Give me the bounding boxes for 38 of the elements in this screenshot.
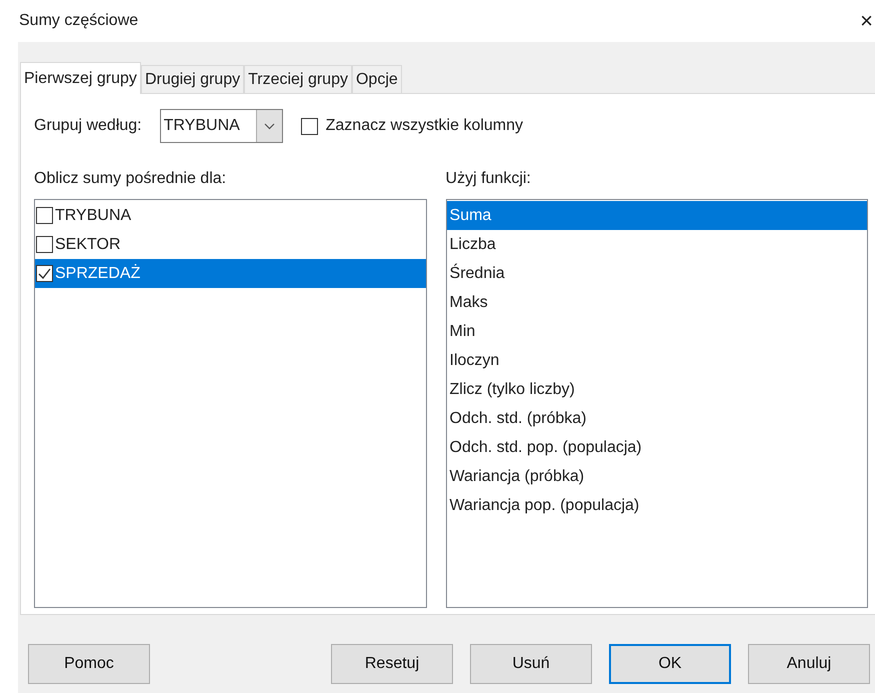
column-list-item[interactable]: TRYBUNA (35, 201, 426, 230)
column-name: SEKTOR (55, 234, 120, 254)
window-title: Sumy częściowe (19, 11, 138, 31)
dialog-button[interactable]: OK (609, 644, 731, 684)
tab[interactable]: Drugiej grupy (140, 65, 244, 94)
checkbox[interactable] (36, 236, 53, 253)
group-by-dropdown[interactable]: TRYBUNA (160, 109, 283, 143)
tab[interactable]: Opcje (352, 65, 402, 94)
function-list-item[interactable]: Średnia (446, 259, 867, 288)
column-name: TRYBUNA (55, 206, 132, 226)
function-list-item[interactable]: Odch. std. pop. (populacja) (446, 433, 867, 462)
checkbox[interactable] (300, 118, 318, 134)
dialog-button[interactable]: Resetuj (331, 644, 453, 684)
tab[interactable]: Trzeciej grupy (244, 65, 352, 94)
dialog-button[interactable]: Pomoc (28, 644, 150, 684)
close-button[interactable]: × (860, 10, 873, 32)
function-list-item[interactable]: Wariancja (próbka) (446, 462, 867, 491)
function-list-item[interactable]: Zlicz (tylko liczby) (446, 375, 867, 404)
column-list-item[interactable]: SEKTOR (35, 230, 426, 259)
dialog-button[interactable]: Usuń (470, 644, 592, 684)
select-all-label: Zaznacz wszystkie kolumny (326, 116, 524, 136)
function-list-item[interactable]: Min (446, 317, 867, 346)
column-list-item[interactable]: SPRZEDAŻ (35, 259, 426, 288)
tab[interactable]: Pierwszej grupy (20, 62, 141, 94)
checkmark-icon (38, 268, 51, 279)
column-name: SPRZEDAŻ (55, 263, 140, 284)
function-list-item[interactable]: Suma (446, 201, 867, 230)
function-list-item[interactable]: Iloczyn (446, 346, 867, 375)
checkbox[interactable] (36, 265, 53, 282)
function-list-item[interactable]: Odch. std. (próbka) (446, 404, 867, 433)
function-list-item[interactable]: Liczba (446, 230, 867, 259)
columns-label: Oblicz sumy pośrednie dla: (34, 169, 228, 187)
functions-label: Użyj funkcji: (446, 169, 532, 187)
checkbox[interactable] (36, 207, 53, 224)
function-list-item[interactable]: Maks (446, 288, 867, 317)
function-list-item[interactable]: Wariancja pop. (populacja) (446, 491, 867, 520)
group-by-label: Grupuj według: (34, 116, 142, 136)
dialog-button[interactable]: Anuluj (748, 644, 870, 684)
